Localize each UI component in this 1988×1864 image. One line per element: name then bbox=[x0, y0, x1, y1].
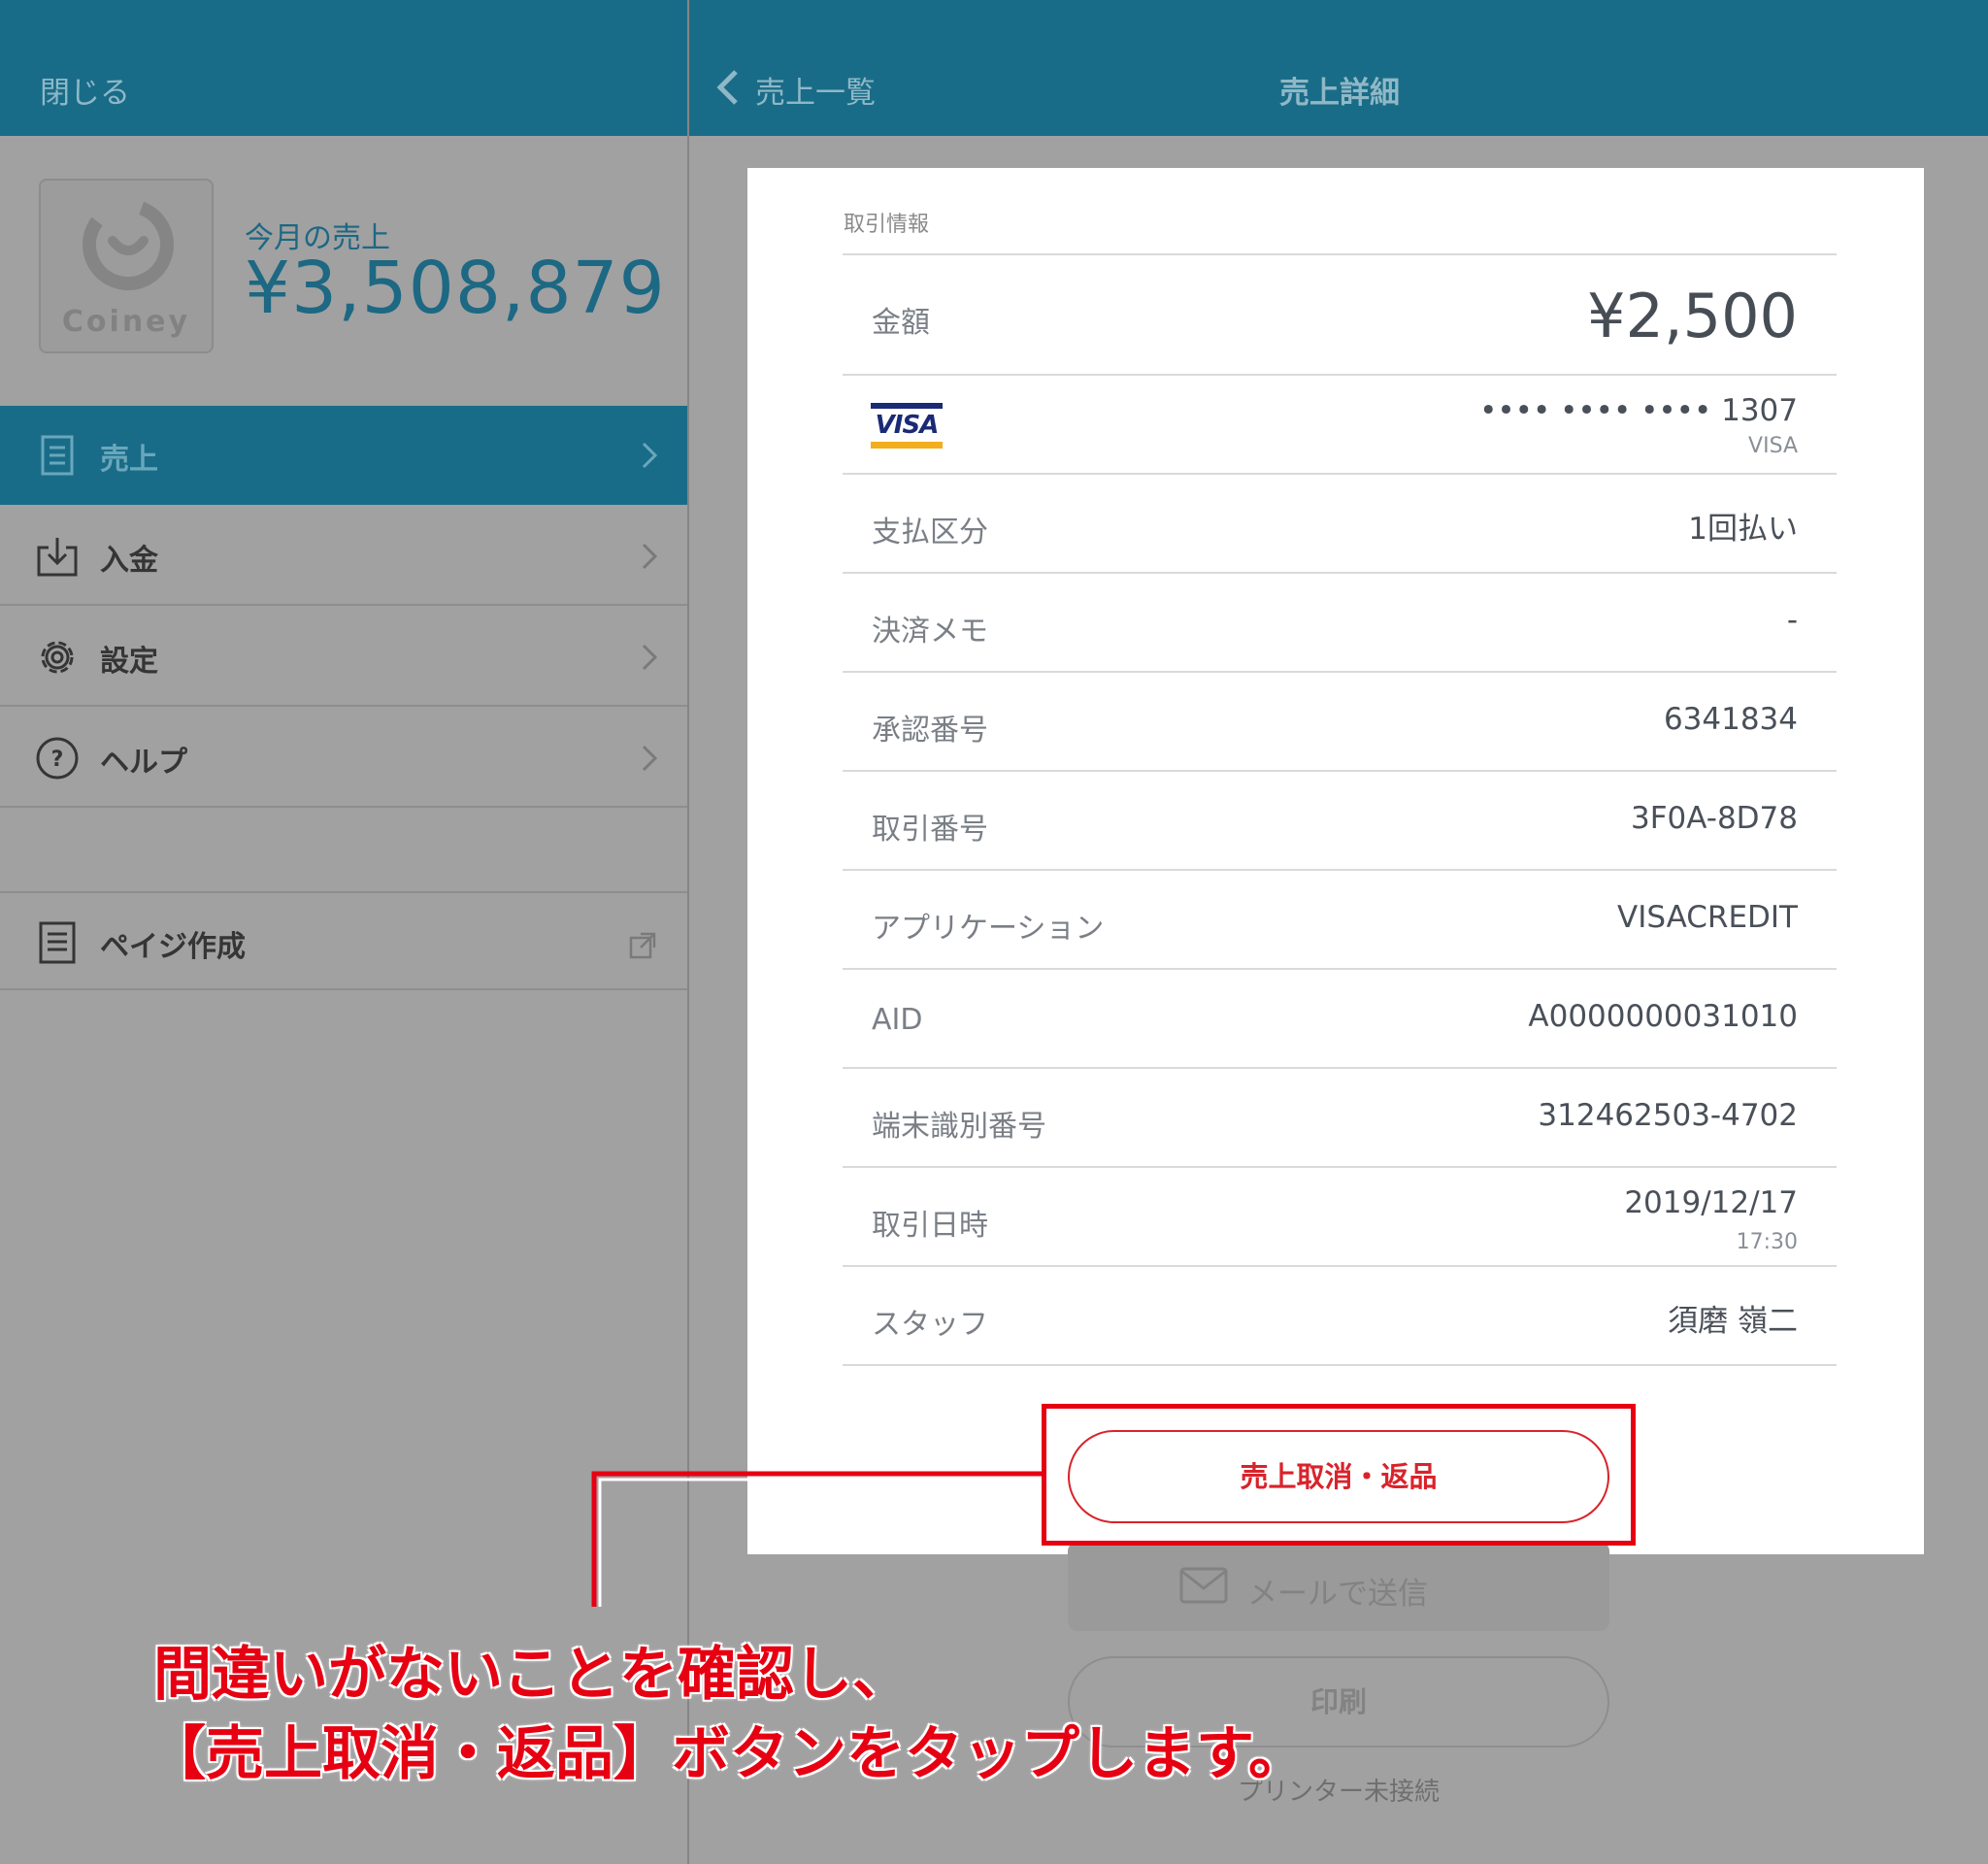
detail-row: 取引日時 2019/12/17 17:30 bbox=[843, 1168, 1837, 1267]
detail-row: スタッフ 須磨 嶺二 bbox=[843, 1267, 1837, 1366]
sidebar-item-sales[interactable]: 売上 bbox=[0, 406, 687, 505]
sidebar-item-label: ペイジ作成 bbox=[100, 930, 246, 964]
detail-row: AID A0000000031010 bbox=[843, 970, 1837, 1069]
document-icon bbox=[41, 435, 74, 476]
detail-row: 支払区分 1回払い bbox=[843, 475, 1837, 574]
detail-row: 承認番号 6341834 bbox=[843, 673, 1837, 772]
detail-row: アプリケーション VISACREDIT bbox=[843, 871, 1837, 970]
detail-value: 須磨 嶺二 bbox=[1668, 1304, 1798, 1339]
detail-table: 金額 ¥2,500 VISA •••• •••• •••• 1307 VISA … bbox=[843, 253, 1837, 1366]
detail-value: - bbox=[1786, 603, 1798, 638]
monthly-sales-amount: ¥3,508,879 bbox=[245, 247, 666, 330]
coiney-logo-icon bbox=[83, 198, 174, 290]
close-button[interactable]: 閉じる bbox=[40, 68, 130, 112]
detail-label: スタッフ bbox=[872, 1308, 988, 1342]
chevron-right-icon bbox=[642, 442, 658, 469]
main-header: 売上一覧 売上詳細 bbox=[689, 0, 1988, 136]
store-logo: Coiney bbox=[39, 179, 214, 353]
amount-value: ¥2,500 bbox=[1587, 281, 1798, 351]
detail-row: 取引番号 3F0A-8D78 bbox=[843, 772, 1837, 871]
amount-row: 金額 ¥2,500 bbox=[843, 255, 1837, 376]
detail-value: 2019/12/17 bbox=[1624, 1185, 1798, 1220]
sidebar-item-settings[interactable]: 設定 bbox=[0, 608, 687, 707]
detail-value: 1回払い bbox=[1688, 512, 1798, 547]
email-button[interactable]: メールで送信 bbox=[1068, 1542, 1609, 1631]
sidebar-item-label: 入金 bbox=[100, 544, 158, 578]
detail-value: 3F0A-8D78 bbox=[1630, 801, 1798, 836]
detail-value: VISACREDIT bbox=[1617, 900, 1798, 935]
detail-subvalue: 17:30 bbox=[1736, 1230, 1798, 1254]
visa-logo-icon: VISA bbox=[871, 403, 943, 449]
page-icon bbox=[39, 921, 76, 964]
card-brand: VISA bbox=[1748, 434, 1798, 458]
gear-icon bbox=[41, 641, 74, 674]
highlight-box bbox=[1042, 1404, 1636, 1546]
svg-text:?: ? bbox=[51, 748, 64, 772]
deposit-icon bbox=[37, 538, 78, 577]
detail-value: 312462503-4702 bbox=[1538, 1098, 1798, 1133]
annotation-text: 【売上取消・返品】ボタンをタップします。 bbox=[148, 1720, 1307, 1788]
sidebar-item-label: 売上 bbox=[100, 443, 158, 477]
chevron-right-icon bbox=[642, 543, 658, 570]
sidebar-item-label: ヘルプ bbox=[100, 746, 187, 780]
detail-label: AID bbox=[872, 1003, 923, 1037]
detail-label: 承認番号 bbox=[872, 714, 988, 748]
detail-value: 6341834 bbox=[1663, 702, 1798, 737]
page-title: 売上詳細 bbox=[1279, 76, 1400, 111]
external-link-icon bbox=[629, 932, 656, 959]
card-number: •••• •••• •••• 1307 bbox=[1479, 393, 1798, 428]
detail-row: 決済メモ - bbox=[843, 574, 1837, 673]
detail-label: 決済メモ bbox=[872, 615, 988, 649]
logo-wordmark: Coiney bbox=[61, 305, 191, 339]
sidebar-header: 閉じる bbox=[0, 0, 687, 136]
detail-row: 端末識別番号 312462503-4702 bbox=[843, 1069, 1837, 1168]
store-summary: Coiney 今月の売上 ¥3,508,879 bbox=[0, 136, 687, 406]
section-title: 取引情報 bbox=[844, 213, 930, 237]
sidebar-item-help[interactable]: ? ヘルプ bbox=[0, 709, 687, 808]
card-row: VISA •••• •••• •••• 1307 VISA bbox=[843, 376, 1837, 475]
detail-label: 取引番号 bbox=[872, 813, 988, 847]
email-button-label: メールで送信 bbox=[1247, 1577, 1428, 1612]
sidebar-item-deposit[interactable]: 入金 bbox=[0, 507, 687, 606]
amount-label: 金額 bbox=[872, 306, 930, 340]
detail-value: A0000000031010 bbox=[1528, 999, 1798, 1034]
mail-icon bbox=[1179, 1567, 1228, 1604]
sidebar-item-create-page[interactable]: ペイジ作成 bbox=[0, 891, 687, 990]
detail-label: 取引日時 bbox=[872, 1209, 988, 1243]
help-icon: ? bbox=[36, 737, 79, 780]
detail-label: 支払区分 bbox=[872, 516, 988, 549]
chevron-right-icon bbox=[642, 644, 658, 671]
sidebar: 閉じる Coiney 今月の売上 ¥3,508,879 売上 入金 設定 ? ヘ… bbox=[0, 0, 687, 1864]
detail-label: アプリケーション bbox=[872, 912, 1105, 946]
chevron-right-icon bbox=[642, 745, 658, 772]
sidebar-item-label: 設定 bbox=[100, 645, 158, 679]
annotation-text: 間違いがないことを確認し、 bbox=[153, 1641, 911, 1709]
detail-label: 端末識別番号 bbox=[872, 1110, 1046, 1144]
transaction-detail-card: 取引情報 金額 ¥2,500 VISA •••• •••• •••• 1307 … bbox=[747, 168, 1924, 1554]
